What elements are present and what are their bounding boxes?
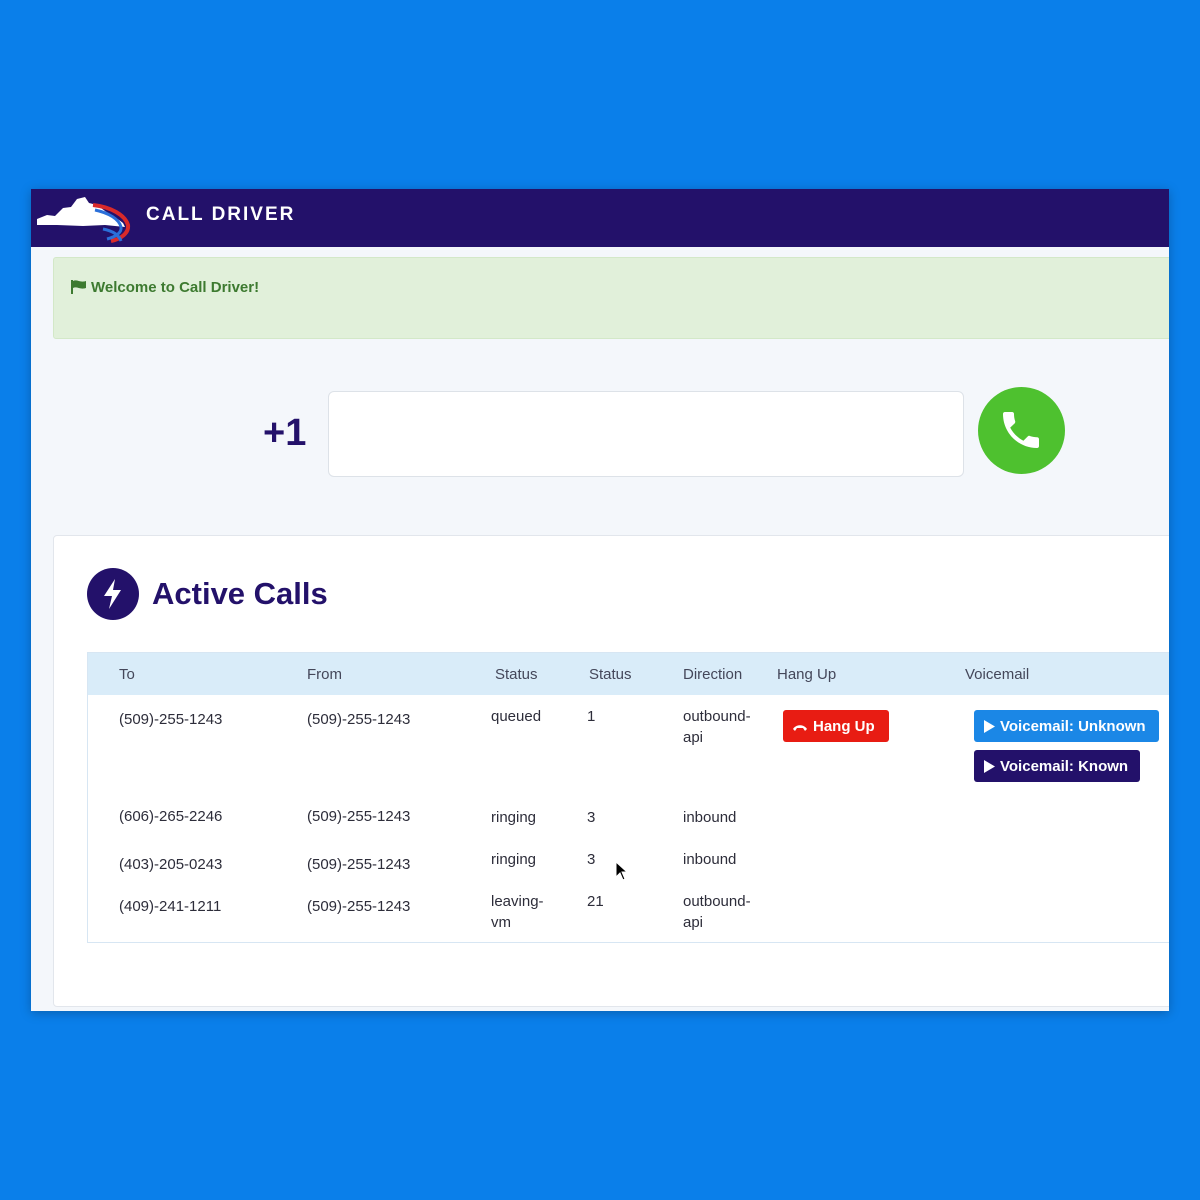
cell-count: 3	[587, 809, 596, 826]
cell-to: (403)-205-0243	[119, 856, 223, 873]
brand-title[interactable]: CALL DRIVER	[146, 204, 295, 226]
virginia-map-logo[interactable]	[33, 193, 133, 245]
cell-count: 1	[587, 708, 596, 725]
cell-status: queued	[491, 708, 542, 725]
welcome-alert: Welcome to Call Driver!	[53, 257, 1169, 339]
mouse-cursor-icon	[615, 861, 629, 881]
voicemail-unknown-label: Voicemail: Unknown	[1000, 717, 1146, 735]
country-code-prefix: +1	[263, 412, 307, 454]
voicemail-known-button[interactable]: Voicemail: Known	[974, 750, 1140, 782]
cell-status: leaving-vm	[491, 893, 544, 931]
cell-from: (509)-255-1243	[307, 898, 411, 915]
column-header-from: From	[307, 666, 342, 683]
phone-number-input[interactable]	[328, 391, 964, 477]
hang-up-button[interactable]: Hang Up	[783, 710, 889, 742]
cell-status: ringing	[491, 809, 537, 826]
hang-up-label: Hang Up	[813, 717, 875, 735]
active-calls-panel: Active Calls To From Status Status Direc…	[53, 535, 1169, 1007]
play-icon	[984, 759, 995, 773]
active-calls-table: To From Status Status Direction Hang Up …	[87, 652, 1169, 943]
cell-direction: outbound-api	[683, 708, 751, 746]
active-calls-title: Active Calls	[152, 576, 328, 611]
voicemail-unknown-button[interactable]: Voicemail: Unknown	[974, 710, 1159, 742]
bolt-icon	[104, 579, 121, 609]
cell-count: 3	[587, 851, 596, 868]
call-button[interactable]	[978, 387, 1065, 474]
column-header-status-count: Status	[589, 666, 632, 683]
cell-direction: inbound	[683, 851, 737, 868]
navbar: CALL DRIVER	[31, 189, 1169, 247]
phone-icon	[1003, 412, 1039, 448]
table-header: To From Status Status Direction Hang Up …	[88, 653, 1169, 695]
cell-from: (509)-255-1243	[307, 808, 411, 825]
cell-to: (409)-241-1211	[119, 898, 222, 915]
cell-to: (606)-265-2246	[119, 808, 223, 825]
bolt-badge	[87, 568, 139, 620]
column-header-voicemail: Voicemail	[965, 666, 1030, 683]
column-header-to: To	[119, 666, 135, 683]
voicemail-known-label: Voicemail: Known	[1000, 757, 1129, 775]
cell-to: (509)-255-1243	[119, 711, 223, 728]
flag-icon	[71, 280, 86, 294]
welcome-message: Welcome to Call Driver!	[91, 279, 260, 296]
cell-count: 21	[587, 893, 604, 910]
hang-up-phone-icon	[793, 724, 807, 731]
column-header-status: Status	[495, 666, 538, 683]
column-header-direction: Direction	[683, 666, 743, 683]
cell-from: (509)-255-1243	[307, 711, 411, 728]
cell-direction: inbound	[683, 809, 737, 826]
cell-status: ringing	[491, 851, 537, 868]
column-header-hang-up: Hang Up	[777, 666, 837, 683]
app-window: CALL DRIVER Welcome to Call Driver! +1 A…	[31, 189, 1169, 1011]
cell-direction: outbound-api	[683, 893, 751, 931]
play-icon	[984, 719, 995, 733]
cell-from: (509)-255-1243	[307, 856, 411, 873]
